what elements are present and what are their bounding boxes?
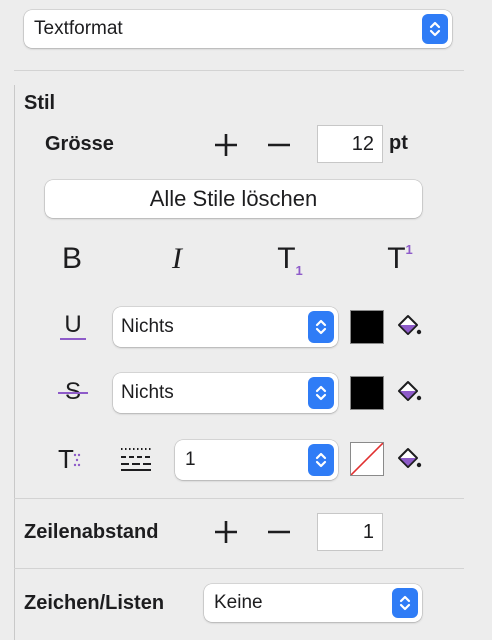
clear-styles-label: Alle Stile löschen <box>149 186 318 211</box>
size-field[interactable]: 12 <box>317 125 383 163</box>
italic-button[interactable]: I <box>157 242 197 276</box>
chevron-updown-icon <box>392 588 418 618</box>
zeichen-listen-select-value: Keine <box>214 592 263 613</box>
zeichen-listen-label: Zeichen/Listen <box>24 592 165 614</box>
underline-purple-bar <box>60 338 86 340</box>
dots-icon <box>73 453 81 467</box>
clear-styles-button[interactable]: Alle Stile löschen <box>45 180 422 218</box>
bold-button[interactable]: B <box>52 242 92 276</box>
chevron-updown-icon <box>308 444 334 476</box>
text-format-select-value: Textformat <box>34 18 123 39</box>
minus-icon <box>268 530 290 534</box>
decrease-line-spacing-button[interactable] <box>263 517 295 547</box>
superscript-index: 1 <box>405 242 413 257</box>
decrease-size-button[interactable] <box>263 130 295 160</box>
paint-bucket-icon[interactable] <box>396 313 422 344</box>
outline-color-swatch[interactable] <box>350 442 384 476</box>
strikethrough-color-swatch[interactable] <box>350 376 384 410</box>
plus-icon <box>215 134 237 156</box>
subscript-label: T <box>277 242 296 275</box>
paint-bucket-icon[interactable] <box>396 446 422 477</box>
divider <box>14 70 464 71</box>
bold-label: B <box>61 242 82 275</box>
superscript-button[interactable]: T1 <box>378 242 422 276</box>
groesse-label: Grösse <box>45 133 114 155</box>
superscript-label: T <box>387 242 406 275</box>
chevron-updown-icon <box>308 311 334 343</box>
minus-icon <box>268 143 290 147</box>
panel-border <box>14 85 15 640</box>
line-style-icon <box>120 446 152 477</box>
underline-icon-letter: U <box>64 311 82 338</box>
outline-width-select[interactable]: 1 <box>175 440 338 480</box>
text-outline-icon-letter: T <box>58 444 74 474</box>
strikethrough-select-value: Nichts <box>121 382 174 403</box>
chevron-updown-icon <box>422 14 448 44</box>
plus-icon <box>215 521 237 543</box>
italic-label: I <box>172 242 182 275</box>
size-unit: pt <box>389 132 408 154</box>
stil-heading: Stil <box>24 92 56 114</box>
strikethrough-purple-bar <box>58 392 88 394</box>
underline-icon: U <box>60 311 86 340</box>
strikethrough-icon: S <box>58 378 88 406</box>
line-spacing-field[interactable]: 1 <box>317 513 383 551</box>
text-format-select[interactable]: Textformat <box>24 10 452 48</box>
zeichen-listen-select[interactable]: Keine <box>204 584 422 622</box>
strikethrough-select[interactable]: Nichts <box>113 373 338 413</box>
zeilenabstand-label: Zeilenabstand <box>24 521 159 543</box>
underline-select-value: Nichts <box>121 316 174 337</box>
underline-select[interactable]: Nichts <box>113 307 338 347</box>
underline-color-swatch[interactable] <box>350 310 384 344</box>
chevron-updown-icon <box>308 377 334 409</box>
divider <box>14 498 464 499</box>
text-outline-icon: T <box>58 444 81 475</box>
subscript-index: 1 <box>295 263 303 278</box>
subscript-button[interactable]: T1 <box>268 242 312 278</box>
outline-width-select-value: 1 <box>185 449 196 470</box>
divider <box>14 568 464 569</box>
increase-line-spacing-button[interactable] <box>210 517 242 547</box>
increase-size-button[interactable] <box>210 130 242 160</box>
paint-bucket-icon[interactable] <box>396 379 422 410</box>
